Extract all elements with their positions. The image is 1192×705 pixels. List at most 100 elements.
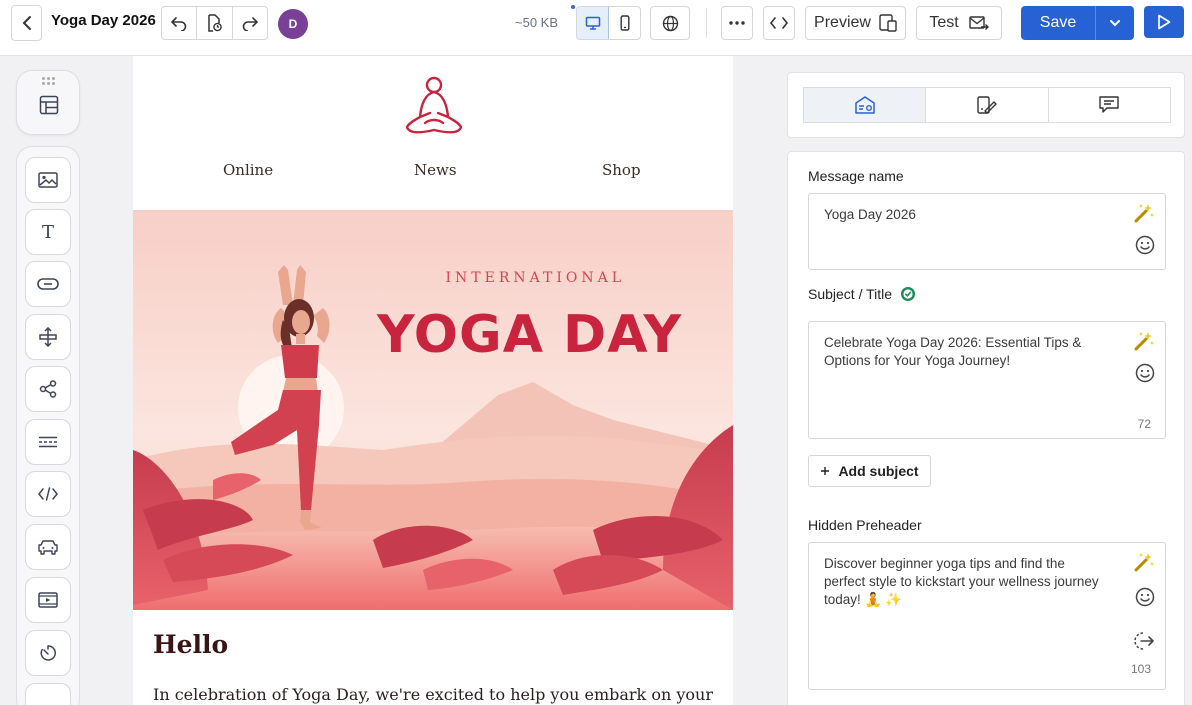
send-button[interactable] [1144, 6, 1184, 38]
email-nav-online[interactable]: Online [223, 161, 273, 179]
hero-banner[interactable]: INTERNATIONAL YOGA DAY [133, 210, 733, 610]
message-name-value: Yoga Day 2026 [824, 207, 916, 222]
back-button[interactable] [11, 5, 42, 41]
save-options-dropdown[interactable] [1096, 6, 1134, 40]
mail-settings-icon [854, 96, 875, 114]
drag-handle[interactable] [42, 77, 55, 85]
plus-icon [821, 467, 830, 475]
globe-icon [662, 15, 678, 31]
check-circle-icon [901, 287, 915, 301]
design-palette-icon [977, 96, 997, 114]
email-body-text[interactable]: In celebration of Yoga Day, we're excite… [153, 685, 723, 704]
settings-tabs [803, 87, 1171, 123]
html-code-icon [38, 487, 58, 501]
tool-button[interactable] [25, 261, 71, 307]
subject-field[interactable]: Celebrate Yoga Day 2026: Essential Tips … [808, 321, 1166, 439]
tab-comments[interactable] [1049, 88, 1170, 122]
email-canvas[interactable]: Online News Shop INTERNATIONAL YOGA DAY … [133, 56, 733, 705]
test-label: Test [929, 14, 959, 31]
undo-icon [171, 17, 187, 31]
menu-icon [39, 436, 57, 448]
meditation-logo-icon [405, 76, 463, 134]
content-blocks-rail: T [16, 146, 80, 705]
undo-button[interactable] [162, 7, 198, 39]
subject-value: Celebrate Yoga Day 2026: Essential Tips … [824, 335, 1082, 368]
top-toolbar: Yoga Day 2026 D ~50 KB Preview Test Save [0, 0, 1192, 56]
settings-tabs-panel [787, 72, 1185, 138]
history-controls [161, 6, 268, 40]
add-subject-label: Add subject [838, 463, 919, 479]
preheader-value: Discover beginner yoga tips and find the… [824, 556, 1099, 607]
hero-subheading: INTERNATIONAL [445, 270, 625, 286]
preview-device-icon [879, 14, 897, 32]
tab-message-settings[interactable] [804, 88, 927, 122]
insert-variable-icon[interactable] [1133, 631, 1155, 651]
tool-timer[interactable] [25, 630, 71, 676]
message-size: ~50 KB [515, 15, 559, 30]
tool-html[interactable] [25, 471, 71, 517]
save-button[interactable]: Save [1021, 6, 1096, 40]
avatar[interactable]: D [278, 9, 308, 39]
tool-more[interactable] [25, 683, 71, 705]
preview-label: Preview [814, 14, 871, 31]
video-icon [38, 592, 58, 608]
ai-magic-wand-icon[interactable] [1133, 551, 1155, 573]
file-history-icon [208, 14, 223, 32]
mobile-icon [620, 15, 629, 31]
social-share-icon [39, 380, 57, 398]
spacer-icon [39, 327, 57, 347]
tool-image[interactable] [25, 157, 71, 203]
layout-icon[interactable] [39, 95, 59, 115]
add-subject-button[interactable]: Add subject [808, 455, 931, 487]
send-mail-icon [968, 16, 989, 30]
emoji-icon[interactable] [1135, 363, 1155, 383]
message-title: Yoga Day 2026 [51, 12, 156, 29]
redo-icon [242, 17, 258, 31]
language-button[interactable] [650, 6, 690, 40]
message-name-field[interactable]: Yoga Day 2026 [808, 193, 1166, 270]
tool-banner[interactable] [25, 524, 71, 570]
banner-icon [38, 540, 58, 555]
text-icon: T [41, 221, 54, 243]
layout-block-panel [16, 70, 80, 135]
image-icon [38, 172, 58, 188]
timer-icon [40, 645, 56, 661]
button-icon [37, 278, 59, 290]
ai-magic-wand-icon[interactable] [1133, 330, 1155, 352]
test-send-button[interactable]: Test [916, 6, 1002, 40]
unsaved-indicator [571, 5, 575, 9]
toolbar-divider [706, 8, 707, 38]
ai-magic-wand-icon[interactable] [1133, 202, 1155, 224]
email-nav-news[interactable]: News [414, 161, 457, 179]
email-greeting[interactable]: Hello [153, 630, 228, 659]
preheader-char-count: 103 [1130, 662, 1151, 676]
emoji-icon[interactable] [1135, 235, 1155, 255]
preview-button[interactable]: Preview [805, 6, 906, 40]
hero-heading: YOGA DAY [377, 305, 683, 365]
preheader-field[interactable]: Discover beginner yoga tips and find the… [808, 542, 1166, 690]
chevron-left-icon [22, 16, 31, 30]
chevron-down-icon [1110, 20, 1120, 27]
desktop-icon [585, 16, 600, 30]
device-switcher [576, 6, 641, 40]
preheader-label: Hidden Preheader [808, 517, 922, 533]
more-horizontal-icon [729, 21, 745, 25]
version-history-button[interactable] [197, 7, 233, 39]
tool-social[interactable] [25, 366, 71, 412]
desktop-view-button[interactable] [577, 7, 609, 39]
tool-spacer[interactable] [25, 314, 71, 360]
tab-design[interactable] [926, 88, 1049, 122]
code-view-button[interactable] [763, 6, 795, 40]
tool-video[interactable] [25, 577, 71, 623]
tool-text[interactable]: T [25, 209, 71, 255]
comments-icon [1099, 96, 1120, 113]
tool-menu[interactable] [25, 419, 71, 465]
save-button-group: Save [1021, 6, 1134, 40]
subject-label: Subject / Title [808, 286, 893, 302]
emoji-icon[interactable] [1135, 587, 1155, 607]
code-icon [770, 17, 788, 29]
email-nav-shop[interactable]: Shop [602, 161, 641, 179]
redo-button[interactable] [233, 7, 267, 39]
more-options-button[interactable] [721, 6, 753, 40]
mobile-view-button[interactable] [609, 7, 640, 39]
